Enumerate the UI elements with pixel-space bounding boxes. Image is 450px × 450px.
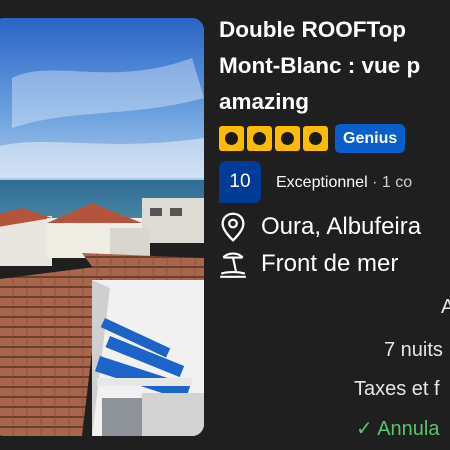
hotel-photo[interactable] <box>0 18 204 436</box>
map-pin-icon <box>221 212 245 242</box>
review-score-badge: 10 <box>219 161 261 203</box>
star-icon <box>303 126 328 151</box>
listing-title[interactable]: Double ROOFTop Mont-Blanc : vue p amazin… <box>219 12 450 120</box>
star-rating <box>219 126 328 151</box>
review-word: Exceptionnel <box>276 174 368 191</box>
title-line: Double ROOFTop <box>219 17 407 42</box>
beach-text: Front de mer <box>261 250 399 277</box>
title-line: amazing <box>219 89 310 114</box>
rooftop-sea-view-image <box>0 18 204 436</box>
price-header-partial: A <box>441 296 450 318</box>
genius-badge: Genius <box>335 124 406 153</box>
review-summary[interactable]: Exceptionnel · 1 co <box>276 174 412 192</box>
star-icon <box>247 126 272 151</box>
taxes-text: Taxes et f <box>354 378 440 400</box>
title-line: Mont-Blanc : vue p <box>219 53 421 78</box>
beach-row: Front de mer <box>219 249 398 279</box>
star-icon <box>275 126 300 151</box>
location-row[interactable]: Oura, Albufeira <box>219 212 421 242</box>
nights-text: 7 nuits <box>384 339 443 361</box>
review-count: · 1 co <box>367 174 413 191</box>
star-icon <box>219 126 244 151</box>
beach-umbrella-icon <box>220 252 246 278</box>
location-text: Oura, Albufeira <box>261 213 422 240</box>
free-cancellation-text: ✓ Annula <box>356 418 440 440</box>
